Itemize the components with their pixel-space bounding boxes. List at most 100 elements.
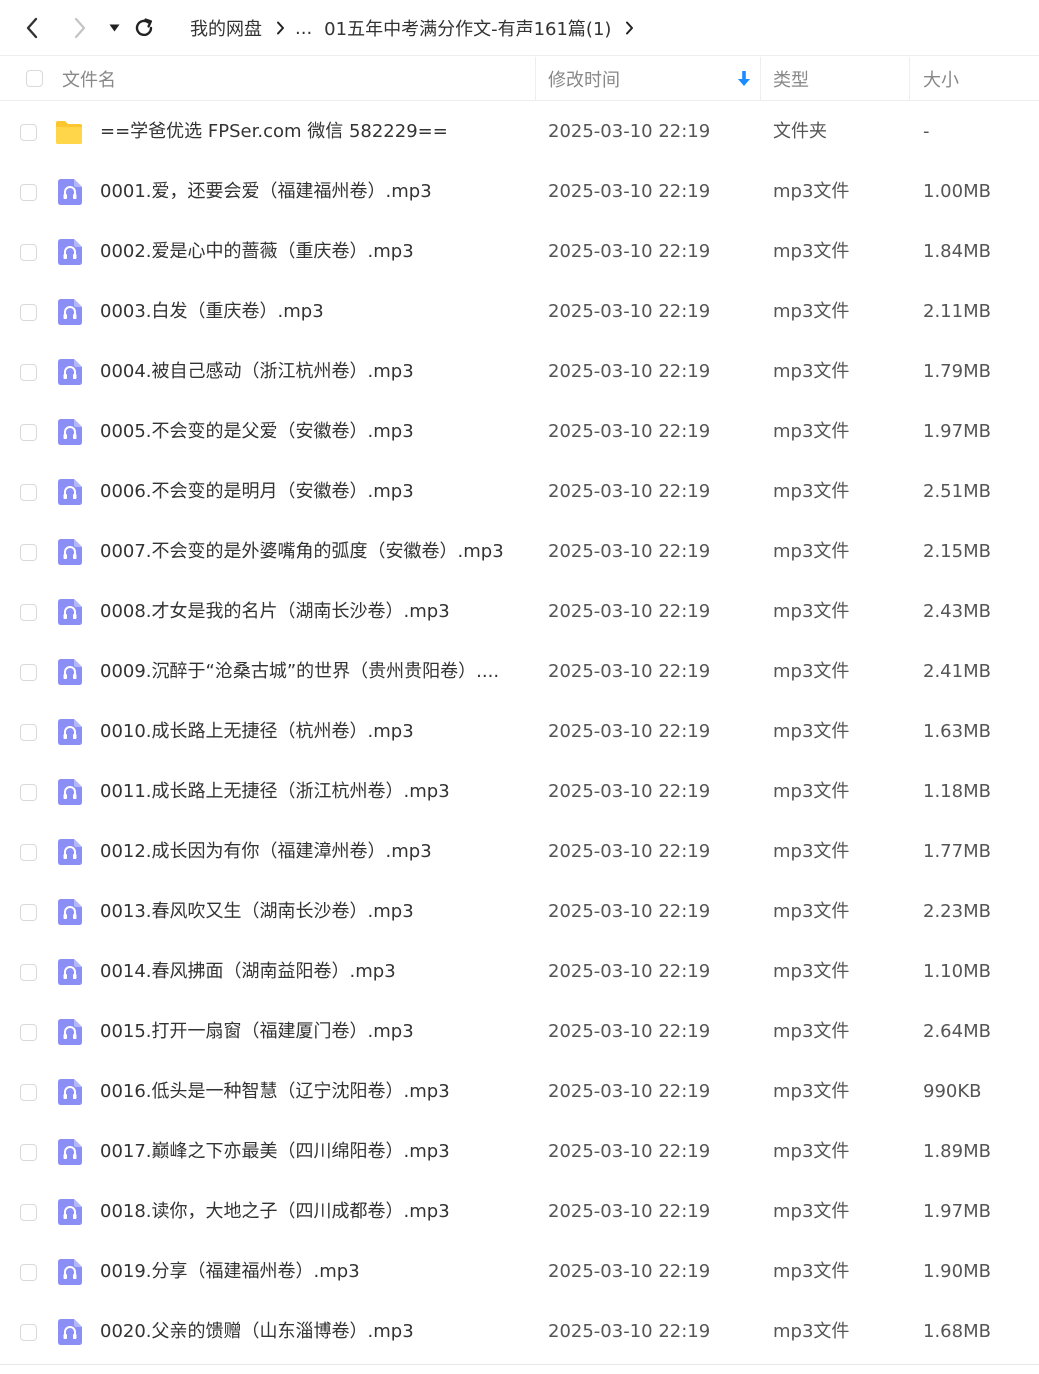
- file-type: mp3文件: [773, 421, 850, 442]
- row-checkbox[interactable]: [20, 1264, 37, 1281]
- file-name[interactable]: 0020.父亲的馈赠（山东淄博卷）.mp3: [100, 1302, 510, 1362]
- file-row[interactable]: 0006.不会变的是明月（安徽卷）.mp3 2025-03-10 22:19 m…: [0, 462, 1039, 522]
- file-row[interactable]: 0007.不会变的是外婆嘴角的弧度（安徽卷）.mp3 2025-03-10 22…: [0, 522, 1039, 582]
- row-checkbox[interactable]: [20, 124, 37, 141]
- audio-file-icon: [58, 179, 82, 210]
- file-name[interactable]: 0017.巅峰之下亦最美（四川绵阳卷）.mp3: [100, 1122, 510, 1182]
- column-divider[interactable]: [909, 57, 910, 100]
- audio-file-icon: [58, 1199, 82, 1230]
- column-header-size[interactable]: 大小: [923, 57, 959, 100]
- back-button[interactable]: [20, 14, 44, 42]
- file-row[interactable]: 0018.读你，大地之子（四川成都卷）.mp3 2025-03-10 22:19…: [0, 1182, 1039, 1242]
- row-checkbox[interactable]: [20, 604, 37, 621]
- audio-file-icon: [58, 539, 82, 570]
- file-size: 2.43MB: [923, 601, 991, 622]
- file-size: 2.51MB: [923, 481, 991, 502]
- file-name[interactable]: 0002.爱是心中的蔷薇（重庆卷）.mp3: [100, 222, 510, 282]
- row-checkbox[interactable]: [20, 1024, 37, 1041]
- file-name[interactable]: 0009.沉醉于“沧桑古城”的世界（贵州贵阳卷）....: [100, 642, 510, 702]
- row-checkbox[interactable]: [20, 724, 37, 741]
- file-name[interactable]: 0012.成长因为有你（福建漳州卷）.mp3: [100, 822, 510, 882]
- file-name[interactable]: 0015.打开一扇窗（福建厦门卷）.mp3: [100, 1002, 510, 1062]
- row-checkbox[interactable]: [20, 1144, 37, 1161]
- row-checkbox[interactable]: [20, 784, 37, 801]
- file-modified-time: 2025-03-10 22:19: [548, 901, 711, 922]
- file-row[interactable]: 0012.成长因为有你（福建漳州卷）.mp3 2025-03-10 22:19 …: [0, 822, 1039, 882]
- file-name[interactable]: 0004.被自己感动（浙江杭州卷）.mp3: [100, 342, 510, 402]
- file-type: mp3文件: [773, 181, 850, 202]
- row-checkbox[interactable]: [20, 904, 37, 921]
- file-name[interactable]: ==学爸优选 FPSer.com 微信 582229==: [100, 102, 510, 162]
- file-name[interactable]: 0001.爱，还要会爱（福建福州卷）.mp3: [100, 162, 510, 222]
- row-checkbox[interactable]: [20, 844, 37, 861]
- refresh-button[interactable]: [131, 14, 157, 42]
- file-row[interactable]: 0014.春风拂面（湖南益阳卷）.mp3 2025-03-10 22:19 mp…: [0, 942, 1039, 1002]
- file-name[interactable]: 0014.春风拂面（湖南益阳卷）.mp3: [100, 942, 510, 1002]
- file-type: mp3文件: [773, 781, 850, 802]
- file-name[interactable]: 0018.读你，大地之子（四川成都卷）.mp3: [100, 1182, 510, 1242]
- file-name[interactable]: 0010.成长路上无捷径（杭州卷）.mp3: [100, 702, 510, 762]
- row-checkbox[interactable]: [20, 1204, 37, 1221]
- file-row[interactable]: 0015.打开一扇窗（福建厦门卷）.mp3 2025-03-10 22:19 m…: [0, 1002, 1039, 1062]
- file-name[interactable]: 0016.低头是一种智慧（辽宁沈阳卷）.mp3: [100, 1062, 510, 1122]
- file-row[interactable]: 0010.成长路上无捷径（杭州卷）.mp3 2025-03-10 22:19 m…: [0, 702, 1039, 762]
- row-checkbox[interactable]: [20, 484, 37, 501]
- audio-file-icon: [58, 779, 82, 810]
- file-name[interactable]: 0013.春风吹又生（湖南长沙卷）.mp3: [100, 882, 510, 942]
- file-row[interactable]: 0013.春风吹又生（湖南长沙卷）.mp3 2025-03-10 22:19 m…: [0, 882, 1039, 942]
- row-checkbox[interactable]: [20, 1084, 37, 1101]
- file-row[interactable]: 0019.分享（福建福州卷）.mp3 2025-03-10 22:19 mp3文…: [0, 1242, 1039, 1302]
- file-modified-time: 2025-03-10 22:19: [548, 481, 711, 502]
- audio-file-icon: [58, 419, 82, 450]
- file-type: 文件夹: [773, 121, 827, 142]
- column-divider[interactable]: [760, 57, 761, 100]
- column-header-type[interactable]: 类型: [773, 57, 809, 100]
- row-checkbox[interactable]: [20, 184, 37, 201]
- breadcrumb-current[interactable]: 01五年中考满分作文-有声161篇(1): [324, 15, 611, 41]
- audio-file-icon: [58, 899, 82, 930]
- file-row[interactable]: 0017.巅峰之下亦最美（四川绵阳卷）.mp3 2025-03-10 22:19…: [0, 1122, 1039, 1182]
- history-dropdown-button[interactable]: [105, 14, 123, 42]
- file-name[interactable]: 0011.成长路上无捷径（浙江杭州卷）.mp3: [100, 762, 510, 822]
- file-row[interactable]: 0008.才女是我的名片（湖南长沙卷）.mp3 2025-03-10 22:19…: [0, 582, 1039, 642]
- row-checkbox[interactable]: [20, 664, 37, 681]
- file-name[interactable]: 0006.不会变的是明月（安徽卷）.mp3: [100, 462, 510, 522]
- row-checkbox[interactable]: [20, 244, 37, 261]
- file-row[interactable]: 0020.父亲的馈赠（山东淄博卷）.mp3 2025-03-10 22:19 m…: [0, 1302, 1039, 1362]
- row-checkbox[interactable]: [20, 964, 37, 981]
- file-row[interactable]: 0009.沉醉于“沧桑古城”的世界（贵州贵阳卷）.... 2025-03-10 …: [0, 642, 1039, 702]
- file-row[interactable]: 0003.白发（重庆卷）.mp3 2025-03-10 22:19 mp3文件 …: [0, 282, 1039, 342]
- forward-button[interactable]: [68, 14, 92, 42]
- row-checkbox[interactable]: [20, 424, 37, 441]
- column-header-name[interactable]: 文件名: [62, 57, 116, 100]
- file-row[interactable]: 0011.成长路上无捷径（浙江杭州卷）.mp3 2025-03-10 22:19…: [0, 762, 1039, 822]
- file-row[interactable]: 0002.爱是心中的蔷薇（重庆卷）.mp3 2025-03-10 22:19 m…: [0, 222, 1039, 282]
- file-row[interactable]: 0016.低头是一种智慧（辽宁沈阳卷）.mp3 2025-03-10 22:19…: [0, 1062, 1039, 1122]
- row-checkbox[interactable]: [20, 1324, 37, 1341]
- audio-file-icon: [58, 1319, 82, 1350]
- breadcrumb-root[interactable]: 我的网盘: [190, 15, 262, 41]
- file-row[interactable]: 0001.爱，还要会爱（福建福州卷）.mp3 2025-03-10 22:19 …: [0, 162, 1039, 222]
- column-divider[interactable]: [535, 57, 536, 100]
- row-checkbox[interactable]: [20, 304, 37, 321]
- file-type: mp3文件: [773, 1261, 850, 1282]
- breadcrumb-ellipsis[interactable]: ...: [295, 18, 312, 39]
- file-name[interactable]: 0005.不会变的是父爱（安徽卷）.mp3: [100, 402, 510, 462]
- file-row[interactable]: 0005.不会变的是父爱（安徽卷）.mp3 2025-03-10 22:19 m…: [0, 402, 1039, 462]
- file-name[interactable]: 0007.不会变的是外婆嘴角的弧度（安徽卷）.mp3: [100, 522, 510, 582]
- audio-file-icon: [58, 659, 82, 690]
- row-checkbox[interactable]: [20, 364, 37, 381]
- file-row[interactable]: 0004.被自己感动（浙江杭州卷）.mp3 2025-03-10 22:19 m…: [0, 342, 1039, 402]
- file-name[interactable]: 0008.才女是我的名片（湖南长沙卷）.mp3: [100, 582, 510, 642]
- row-checkbox[interactable]: [20, 544, 37, 561]
- file-name[interactable]: 0019.分享（福建福州卷）.mp3: [100, 1242, 510, 1302]
- audio-file-icon: [58, 1079, 82, 1110]
- arrow-down-icon[interactable]: [737, 70, 751, 88]
- chevron-right-icon: [625, 21, 634, 35]
- file-name[interactable]: 0003.白发（重庆卷）.mp3: [100, 282, 510, 342]
- file-size: 1.63MB: [923, 721, 991, 742]
- file-type: mp3文件: [773, 1021, 850, 1042]
- column-header-modified[interactable]: 修改时间: [548, 57, 620, 100]
- select-all-checkbox[interactable]: [26, 70, 43, 87]
- file-row[interactable]: ==学爸优选 FPSer.com 微信 582229== 2025-03-10 …: [0, 102, 1039, 162]
